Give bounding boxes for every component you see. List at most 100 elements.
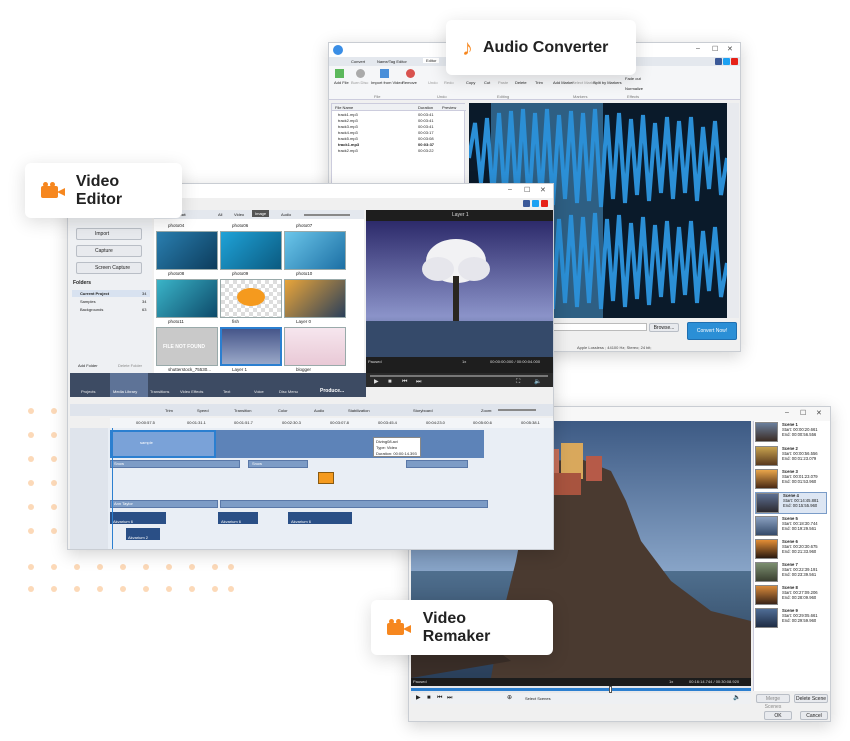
volume-icon[interactable]: 🔈 (733, 695, 740, 702)
tool-audio[interactable]: Audio (314, 408, 324, 413)
scene-item[interactable]: Scene 8 Start: 00:27:09.206 End: 00:28:09.… (755, 585, 827, 607)
scene-item[interactable]: Scene 9 Start: 00:29:05.661 End: 00:29:59.… (755, 608, 827, 630)
import-video-icon[interactable] (380, 69, 389, 78)
scene-item-selected[interactable]: Scene 4 Start: 00:14:45.881 End: 00:15:55.… (755, 492, 827, 514)
remove-icon[interactable] (406, 69, 415, 78)
tab-convert[interactable]: Convert (351, 59, 365, 64)
tab-all[interactable]: All (218, 212, 222, 217)
screen-capture-button[interactable]: Screen Capture (76, 262, 142, 274)
media-thumb[interactable] (284, 327, 346, 366)
timeline-playhead[interactable] (112, 428, 113, 549)
media-thumb[interactable] (284, 279, 346, 318)
delete-scene-button[interactable]: Delete Scene (794, 694, 828, 703)
redo-button[interactable]: Redo (444, 80, 454, 85)
add-marker-button[interactable]: Add Marker (553, 80, 574, 85)
ribbon-voice[interactable]: Voice (254, 389, 264, 394)
tool-transition[interactable]: Transition (234, 408, 251, 413)
maximize-button[interactable]: ☐ (712, 45, 718, 53)
copy-button[interactable]: Copy (466, 80, 475, 85)
media-thumb-selected[interactable] (220, 327, 282, 366)
split-by-markers-button[interactable]: Split by Markers (593, 80, 622, 85)
scene-timeline[interactable] (411, 686, 751, 693)
facebook-icon[interactable] (523, 200, 530, 207)
prev-frame-icon[interactable]: ⏮ (437, 695, 442, 702)
twitter-icon[interactable] (723, 58, 730, 65)
twitter-icon[interactable] (532, 200, 539, 207)
playhead[interactable] (609, 686, 612, 693)
ribbon-produce[interactable]: Produce... (320, 388, 344, 394)
select-scenes-button[interactable]: Select Scenes (525, 696, 551, 701)
folder-item[interactable]: Current Project 34 (72, 290, 150, 297)
tool-speed[interactable]: Speed (197, 408, 209, 413)
scene-item[interactable]: Scene 1 Start: 00:00:20.661 End: 00:00:56.… (755, 422, 827, 444)
tab-name-tag-editor[interactable]: Name/Tag Editor (377, 59, 407, 64)
media-thumb[interactable] (156, 231, 218, 270)
ok-button[interactable]: OK (764, 711, 792, 720)
tab-audio[interactable]: Audio (281, 212, 291, 217)
stop-icon[interactable]: ■ (427, 695, 431, 702)
add-folder-button[interactable]: Add Folder (78, 363, 98, 368)
paste-button[interactable]: Paste (498, 80, 508, 85)
file-row[interactable]: track2.mp3 00:03:22 (332, 148, 466, 154)
close-button[interactable]: ✕ (727, 45, 733, 53)
delete-folder-button[interactable]: Delete Folder (118, 363, 142, 368)
media-thumb[interactable] (284, 231, 346, 270)
youtube-icon[interactable] (731, 58, 738, 65)
selected-video-clip[interactable] (110, 430, 216, 458)
capture-button[interactable]: Capture (76, 245, 142, 257)
trim-button[interactable]: Trim (535, 80, 543, 85)
fish-overlay-clip[interactable] (318, 472, 334, 484)
media-thumb[interactable] (220, 279, 282, 318)
close-button[interactable]: ✕ (816, 409, 822, 417)
scene-item[interactable]: Scene 3 Start: 00:01:23.079 End: 00:01:53.… (755, 469, 827, 491)
delete-button[interactable]: Delete (515, 80, 527, 85)
close-button[interactable]: ✕ (540, 186, 546, 194)
next-frame-icon[interactable]: ⏭ (447, 695, 452, 702)
thumb-size-slider[interactable] (304, 214, 350, 216)
scene-item[interactable]: Scene 5 Start: 00:18:30.744 End: 00:19:29.… (755, 516, 827, 538)
play-icon[interactable]: ▶ (416, 695, 421, 702)
overlay-clip[interactable] (406, 460, 468, 468)
ribbon-transitions[interactable]: Transitions (150, 389, 169, 394)
import-button[interactable]: Import (76, 228, 142, 240)
ribbon-disc-menu[interactable]: Disc Menu (279, 389, 298, 394)
normalize-button[interactable]: Normalize (625, 86, 643, 91)
overlay-clip[interactable] (110, 460, 240, 468)
preview-image[interactable] (366, 221, 553, 357)
tool-color[interactable]: Color (278, 408, 288, 413)
ribbon-media-library[interactable]: Media Library (113, 389, 137, 394)
scene-item[interactable]: Scene 7 Start: 00:22:39.191 End: 00:23:39.… (755, 562, 827, 584)
minimize-button[interactable]: – (508, 186, 512, 193)
fade-out-button[interactable]: Fade out (625, 76, 641, 81)
prev-icon[interactable]: ⏮ (402, 379, 407, 386)
tool-storyboard[interactable]: Storyboard (413, 408, 433, 413)
add-file-icon[interactable] (335, 69, 344, 78)
media-thumb[interactable]: FILE NOT FOUND (156, 327, 218, 366)
burn-disc-button[interactable]: Burn Disc (351, 80, 368, 85)
next-icon[interactable]: ⏭ (416, 379, 421, 386)
convert-now-button[interactable]: Convert Now! (687, 322, 737, 340)
media-thumb[interactable] (156, 279, 218, 318)
ribbon-video-effects[interactable]: Video Effects (180, 389, 203, 394)
cut-button[interactable]: Cut (484, 80, 490, 85)
tab-video[interactable]: Video (234, 212, 244, 217)
browse-button[interactable]: Browse... (649, 323, 679, 332)
merge-scenes-button[interactable]: Merge Scenes (756, 694, 790, 710)
ribbon-projects[interactable]: Projects (81, 389, 95, 394)
media-thumb[interactable] (220, 231, 282, 270)
burn-disc-icon[interactable] (356, 69, 365, 78)
import-from-video-button[interactable]: Import from Video (371, 80, 403, 85)
ribbon-text[interactable]: Text (223, 389, 230, 394)
stop-icon[interactable]: ■ (388, 379, 392, 386)
folder-item[interactable]: Samples 34 (72, 298, 150, 305)
zoom-slider[interactable] (498, 409, 536, 411)
cancel-button[interactable]: Cancel (800, 711, 828, 720)
remove-button[interactable]: Remove (402, 80, 417, 85)
tool-stabilization[interactable]: Stabilization (348, 408, 370, 413)
minimize-button[interactable]: – (785, 409, 789, 416)
scene-item[interactable]: Scene 2 Start: 00:00:56.556 End: 00:01:23.… (755, 446, 827, 468)
fullscreen-icon[interactable]: ⛶ (516, 379, 520, 386)
minimize-button[interactable]: – (696, 45, 700, 52)
volume-icon[interactable]: 🔈 (534, 379, 541, 386)
add-file-button[interactable]: Add File (334, 80, 349, 85)
